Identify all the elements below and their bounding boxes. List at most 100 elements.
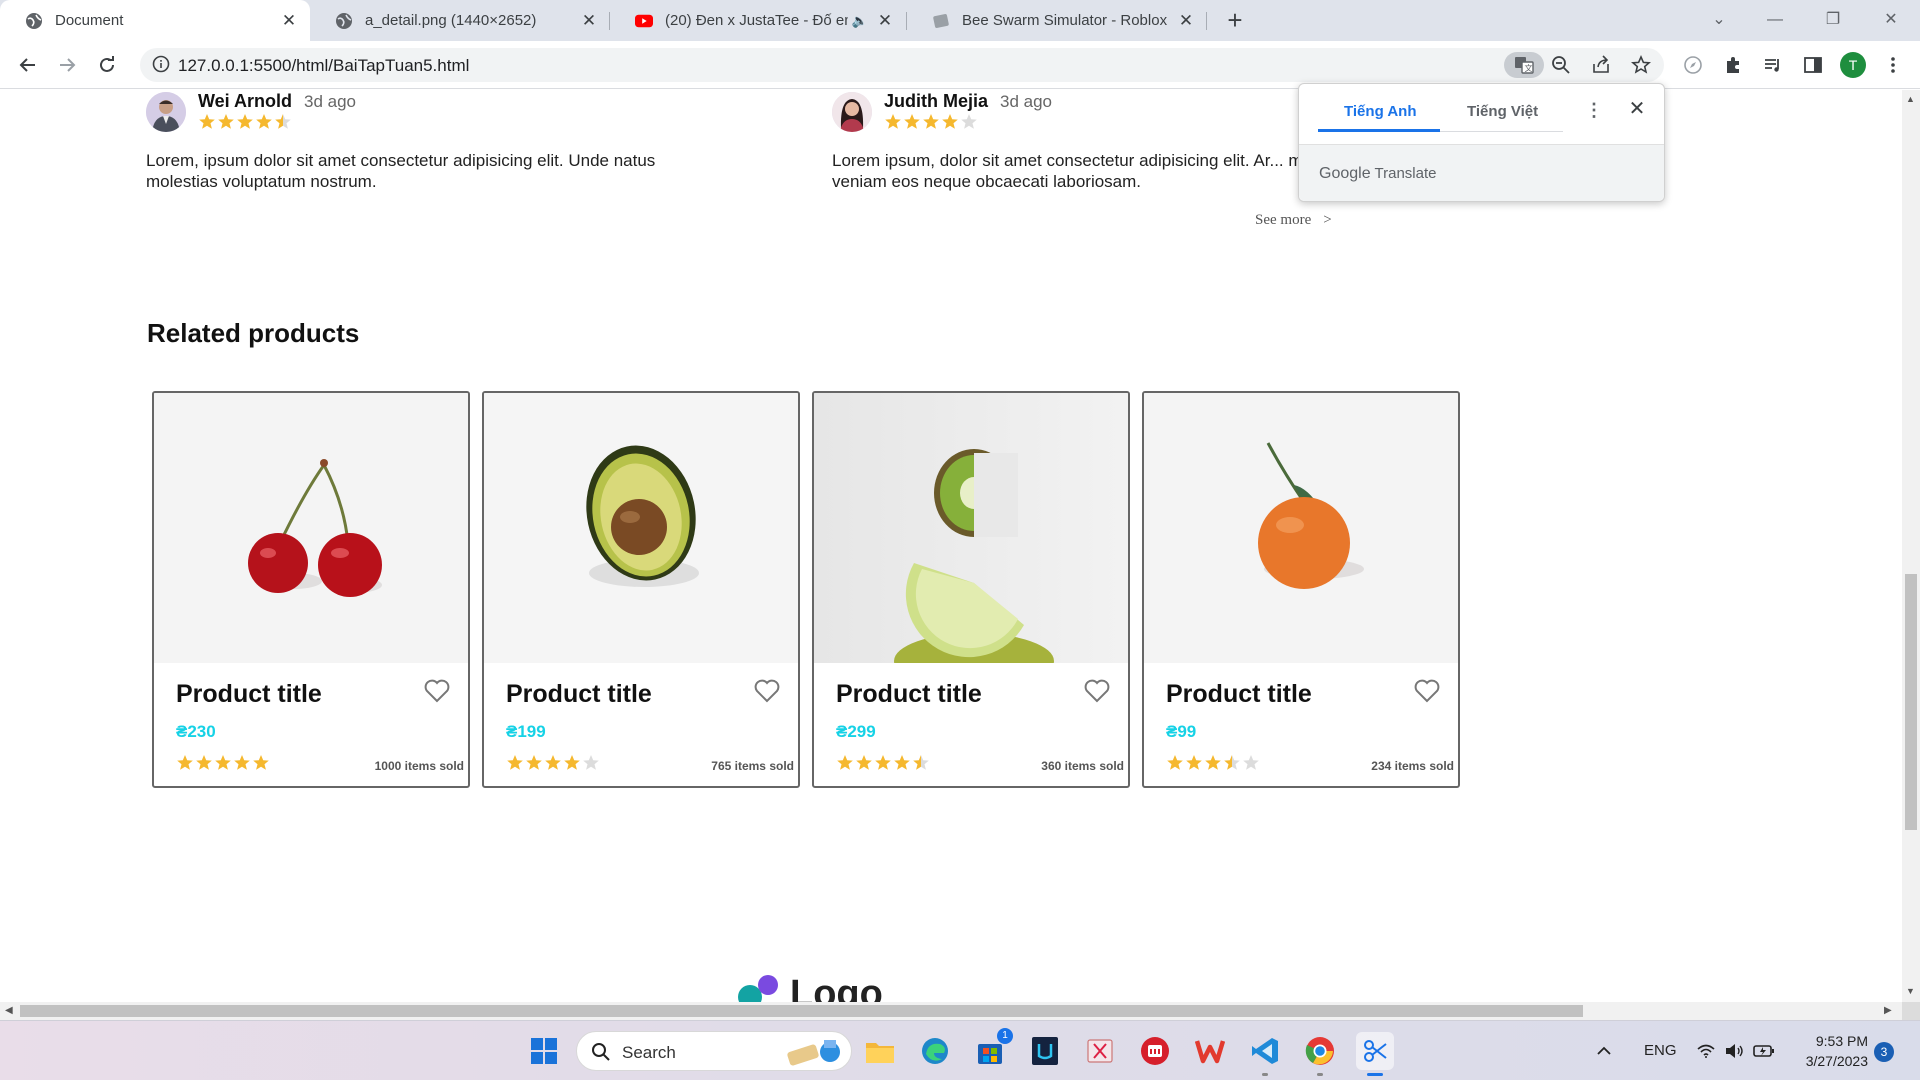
unity-hub-icon[interactable] (1026, 1032, 1064, 1070)
bookmark-star-icon[interactable] (1627, 52, 1655, 78)
product-card[interactable]: Product title ₴199 765 items sold (482, 391, 800, 788)
scrollbar-thumb[interactable] (1905, 574, 1917, 830)
reviewer-name: Wei Arnold (198, 91, 292, 111)
chevron-up-icon[interactable] (1592, 1032, 1616, 1070)
product-card[interactable]: Product title ₴99 234 items sold (1142, 391, 1460, 788)
close-window-button[interactable]: ✕ (1876, 6, 1906, 34)
speaker-muted-icon[interactable]: 🔈 (852, 13, 868, 29)
new-tab-button[interactable]: + (1222, 7, 1248, 34)
horizontal-scrollbar[interactable]: ◀ ▶ (0, 1002, 1902, 1020)
snipping-tool-icon[interactable] (1081, 1032, 1119, 1070)
messenger-app-icon[interactable] (1136, 1032, 1174, 1070)
star-full-icon (1167, 755, 1183, 770)
search-highlight-icon (787, 1040, 840, 1066)
product-title[interactable]: Product title (176, 680, 322, 709)
close-tab-icon[interactable]: ✕ (876, 11, 894, 30)
profile-avatar[interactable]: T (1840, 52, 1866, 78)
microsoft-store-icon[interactable]: 1 (971, 1028, 1013, 1070)
wps-office-icon[interactable] (1191, 1032, 1229, 1070)
product-title[interactable]: Product title (1166, 680, 1312, 709)
restore-button[interactable]: ❐ (1818, 6, 1848, 34)
extensions-puzzle-icon[interactable] (1719, 51, 1747, 79)
star-full-icon (177, 755, 193, 770)
vertical-scrollbar[interactable]: ▲ ▼ (1902, 90, 1920, 1002)
tab-source-language[interactable]: Tiếng Anh (1344, 103, 1417, 120)
tab-search-icon[interactable]: ⌄ (1704, 6, 1734, 34)
tab-youtube[interactable]: (20) Đen x JustaTee - Đố em 🔈 ✕ (610, 0, 906, 41)
scrollbar-thumb[interactable] (20, 1005, 1583, 1017)
scroll-up-icon[interactable]: ▲ (1906, 94, 1915, 104)
running-indicator (1367, 1073, 1383, 1076)
forward-arrow-icon (60, 58, 76, 72)
media-queue-icon[interactable] (1759, 51, 1787, 79)
taskbar-search[interactable]: Search (576, 1031, 852, 1071)
footer-logo[interactable]: Logo (738, 975, 883, 1002)
chrome-icon[interactable] (1301, 1032, 1339, 1076)
system-clock[interactable]: 9:53 PM 3/27/2023 (1792, 1031, 1868, 1071)
share-icon[interactable] (1587, 52, 1615, 78)
tab-image[interactable]: a_detail.png (1440×2652) ✕ (310, 0, 610, 41)
heart-icon[interactable] (754, 679, 780, 708)
star-full-icon (837, 755, 853, 770)
product-title[interactable]: Product title (506, 680, 652, 709)
star-full-icon (923, 114, 939, 129)
star-half-icon (1224, 755, 1240, 770)
product-card[interactable]: Product title ₴299 360 items sold (812, 391, 1130, 788)
notification-badge[interactable]: 3 (1874, 1042, 1894, 1062)
reviewer-name: Judith Mejia (884, 91, 989, 111)
tab-document[interactable]: Document ✕ (0, 0, 310, 41)
scrollbar-corner (1902, 1002, 1920, 1020)
items-sold: 234 items sold (1371, 759, 1454, 773)
star-empty-icon (1243, 755, 1259, 770)
google-translate-brand: Google Translate (1319, 165, 1436, 183)
menu-kebab-icon[interactable] (1879, 51, 1907, 79)
product-card[interactable]: Product title ₴230 1000 items sold (152, 391, 470, 788)
product-title[interactable]: Product title (836, 680, 982, 709)
star-full-icon (199, 114, 215, 129)
chevron-right-icon: > (1323, 212, 1332, 228)
translate-footer: Google Translate (1299, 144, 1664, 201)
star-full-icon (234, 755, 250, 770)
windows-start-icon[interactable] (525, 1032, 563, 1070)
site-info-icon[interactable] (152, 55, 170, 78)
brand-suffix: Translate (1374, 165, 1437, 182)
star-full-icon (904, 114, 920, 129)
star-full-icon (1186, 755, 1202, 770)
back-arrow-icon (19, 58, 35, 72)
scroll-right-icon[interactable]: ▶ (1884, 1005, 1892, 1016)
minimize-button[interactable]: — (1760, 6, 1790, 34)
translate-options-icon[interactable]: ⋮ (1584, 99, 1604, 121)
see-more-link[interactable]: See more > (1255, 212, 1332, 229)
vscode-icon[interactable] (1246, 1032, 1284, 1076)
tab-target-language[interactable]: Tiếng Việt (1467, 103, 1538, 120)
heart-icon[interactable] (424, 679, 450, 708)
close-icon[interactable]: ✕ (1626, 98, 1648, 120)
scroll-down-icon[interactable]: ▼ (1906, 986, 1915, 996)
tab-title: Bee Swarm Simulator - Roblox (962, 12, 1168, 29)
close-tab-icon[interactable]: ✕ (580, 11, 598, 30)
input-language[interactable]: ENG (1644, 1042, 1677, 1059)
heart-icon[interactable] (1414, 679, 1440, 708)
reload-button[interactable] (93, 51, 121, 79)
tab-roblox[interactable]: Bee Swarm Simulator - Roblox ✕ (907, 0, 1207, 41)
file-explorer-icon[interactable] (861, 1032, 899, 1070)
globe-icon (25, 12, 43, 30)
extension-compass-icon[interactable] (1679, 51, 1707, 79)
scroll-left-icon[interactable]: ◀ (5, 1005, 13, 1016)
battery-icon[interactable] (1750, 1032, 1778, 1070)
snipping-capture-icon[interactable] (1356, 1032, 1394, 1076)
close-tab-icon[interactable]: ✕ (1177, 11, 1195, 30)
side-panel-icon[interactable] (1799, 51, 1827, 79)
heart-icon[interactable] (1084, 679, 1110, 708)
wifi-icon[interactable] (1694, 1032, 1718, 1070)
close-tab-icon[interactable]: ✕ (280, 11, 298, 30)
star-full-icon (875, 755, 891, 770)
translate-icon[interactable]: 文 (1504, 52, 1544, 78)
zoom-icon[interactable] (1547, 52, 1575, 78)
back-button[interactable] (14, 51, 42, 79)
edge-icon[interactable] (916, 1032, 954, 1070)
review-card: Judith Mejia 3d ago Lorem ipsum, dolor s… (832, 90, 1302, 210)
address-bar[interactable]: 127.0.0.1:5500/html/BaiTapTuan5.html 文 (140, 48, 1664, 82)
forward-button[interactable] (53, 51, 81, 79)
volume-icon[interactable] (1722, 1032, 1746, 1070)
